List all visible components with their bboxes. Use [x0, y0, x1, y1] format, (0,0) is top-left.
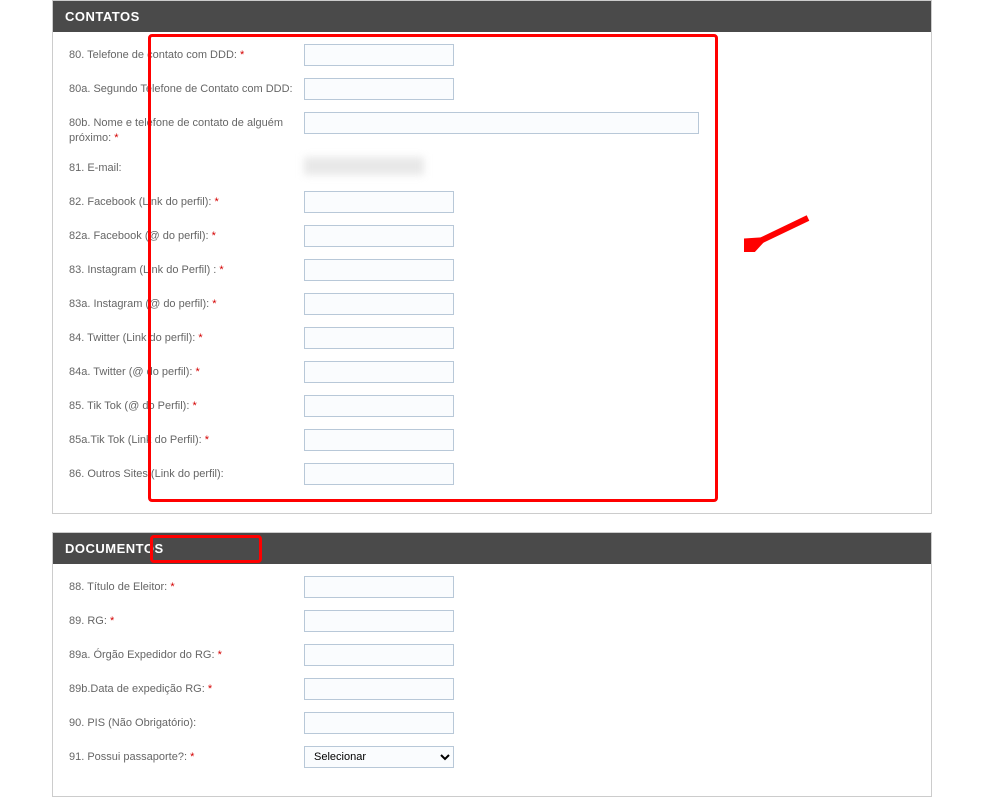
field-telefone-ddd: 80. Telefone de contato com DDD: *: [69, 44, 915, 68]
section-contatos: CONTATOS 80. Telefone de contato com DDD…: [52, 0, 932, 514]
label-telefone-ddd: 80. Telefone de contato com DDD: *: [69, 44, 304, 63]
label-tiktok-link: 85a.Tik Tok (Link do Perfil): *: [69, 429, 304, 448]
label-facebook-link: 82. Facebook (Link do perfil): *: [69, 191, 304, 210]
label-passaporte: 91. Possui passaporte?: *: [69, 746, 304, 765]
input-tiktok-at[interactable]: [304, 395, 454, 417]
section-body-documentos: 88. Título de Eleitor: * 89. RG: * 89a. …: [53, 564, 931, 796]
label-instagram-link: 83. Instagram (Link do Perfil) : *: [69, 259, 304, 278]
input-twitter-link[interactable]: [304, 327, 454, 349]
form-page: CONTATOS 80. Telefone de contato com DDD…: [52, 0, 932, 797]
input-twitter-at[interactable]: [304, 361, 454, 383]
field-facebook-link: 82. Facebook (Link do perfil): *: [69, 191, 915, 215]
label-tiktok-at: 85. Tik Tok (@ do Perfil): *: [69, 395, 304, 414]
label-segundo-telefone: 80a. Segundo Telefone de Contato com DDD…: [69, 78, 304, 97]
input-pis[interactable]: [304, 712, 454, 734]
field-passaporte: 91. Possui passaporte?: * Selecionar: [69, 746, 915, 770]
label-twitter-link: 84. Twitter (Link do perfil): *: [69, 327, 304, 346]
field-twitter-link: 84. Twitter (Link do perfil): *: [69, 327, 915, 351]
select-passaporte[interactable]: Selecionar: [304, 746, 454, 768]
value-email-blurred: [304, 157, 424, 175]
field-twitter-at: 84a. Twitter (@ do perfil): *: [69, 361, 915, 385]
section-documentos: DOCUMENTOS 88. Título de Eleitor: * 89. …: [52, 532, 932, 797]
label-facebook-at: 82a. Facebook (@ do perfil): *: [69, 225, 304, 244]
field-contato-proximo: 80b. Nome e telefone de contato de algué…: [69, 112, 915, 147]
field-instagram-at: 83a. Instagram (@ do perfil): *: [69, 293, 915, 317]
input-telefone-ddd[interactable]: [304, 44, 454, 66]
input-outros-sites[interactable]: [304, 463, 454, 485]
field-tiktok-at: 85. Tik Tok (@ do Perfil): *: [69, 395, 915, 419]
input-facebook-link[interactable]: [304, 191, 454, 213]
input-titulo-eleitor[interactable]: [304, 576, 454, 598]
label-contato-proximo: 80b. Nome e telefone de contato de algué…: [69, 112, 304, 147]
field-instagram-link: 83. Instagram (Link do Perfil) : *: [69, 259, 915, 283]
field-data-expedicao: 89b.Data de expedição RG: *: [69, 678, 915, 702]
input-orgao-expedidor[interactable]: [304, 644, 454, 666]
input-rg[interactable]: [304, 610, 454, 632]
field-outros-sites: 86. Outros Sites (Link do perfil):: [69, 463, 915, 487]
label-titulo-eleitor: 88. Título de Eleitor: *: [69, 576, 304, 595]
field-titulo-eleitor: 88. Título de Eleitor: *: [69, 576, 915, 600]
input-tiktok-link[interactable]: [304, 429, 454, 451]
section-header-contatos: CONTATOS: [53, 1, 931, 32]
field-pis: 90. PIS (Não Obrigatório):: [69, 712, 915, 736]
input-instagram-at[interactable]: [304, 293, 454, 315]
input-data-expedicao[interactable]: [304, 678, 454, 700]
label-instagram-at: 83a. Instagram (@ do perfil): *: [69, 293, 304, 312]
field-rg: 89. RG: *: [69, 610, 915, 634]
label-email: 81. E-mail:: [69, 157, 304, 176]
input-contato-proximo[interactable]: [304, 112, 699, 134]
field-email: 81. E-mail:: [69, 157, 915, 181]
field-orgao-expedidor: 89a. Órgão Expedidor do RG: *: [69, 644, 915, 668]
label-data-expedicao: 89b.Data de expedição RG: *: [69, 678, 304, 697]
input-instagram-link[interactable]: [304, 259, 454, 281]
section-header-documentos: DOCUMENTOS: [53, 533, 931, 564]
label-orgao-expedidor: 89a. Órgão Expedidor do RG: *: [69, 644, 304, 663]
label-outros-sites: 86. Outros Sites (Link do perfil):: [69, 463, 304, 482]
input-segundo-telefone[interactable]: [304, 78, 454, 100]
label-rg: 89. RG: *: [69, 610, 304, 629]
label-pis: 90. PIS (Não Obrigatório):: [69, 712, 304, 731]
section-body-contatos: 80. Telefone de contato com DDD: * 80a. …: [53, 32, 931, 513]
field-segundo-telefone: 80a. Segundo Telefone de Contato com DDD…: [69, 78, 915, 102]
input-facebook-at[interactable]: [304, 225, 454, 247]
field-tiktok-link: 85a.Tik Tok (Link do Perfil): *: [69, 429, 915, 453]
label-twitter-at: 84a. Twitter (@ do perfil): *: [69, 361, 304, 380]
field-facebook-at: 82a. Facebook (@ do perfil): *: [69, 225, 915, 249]
